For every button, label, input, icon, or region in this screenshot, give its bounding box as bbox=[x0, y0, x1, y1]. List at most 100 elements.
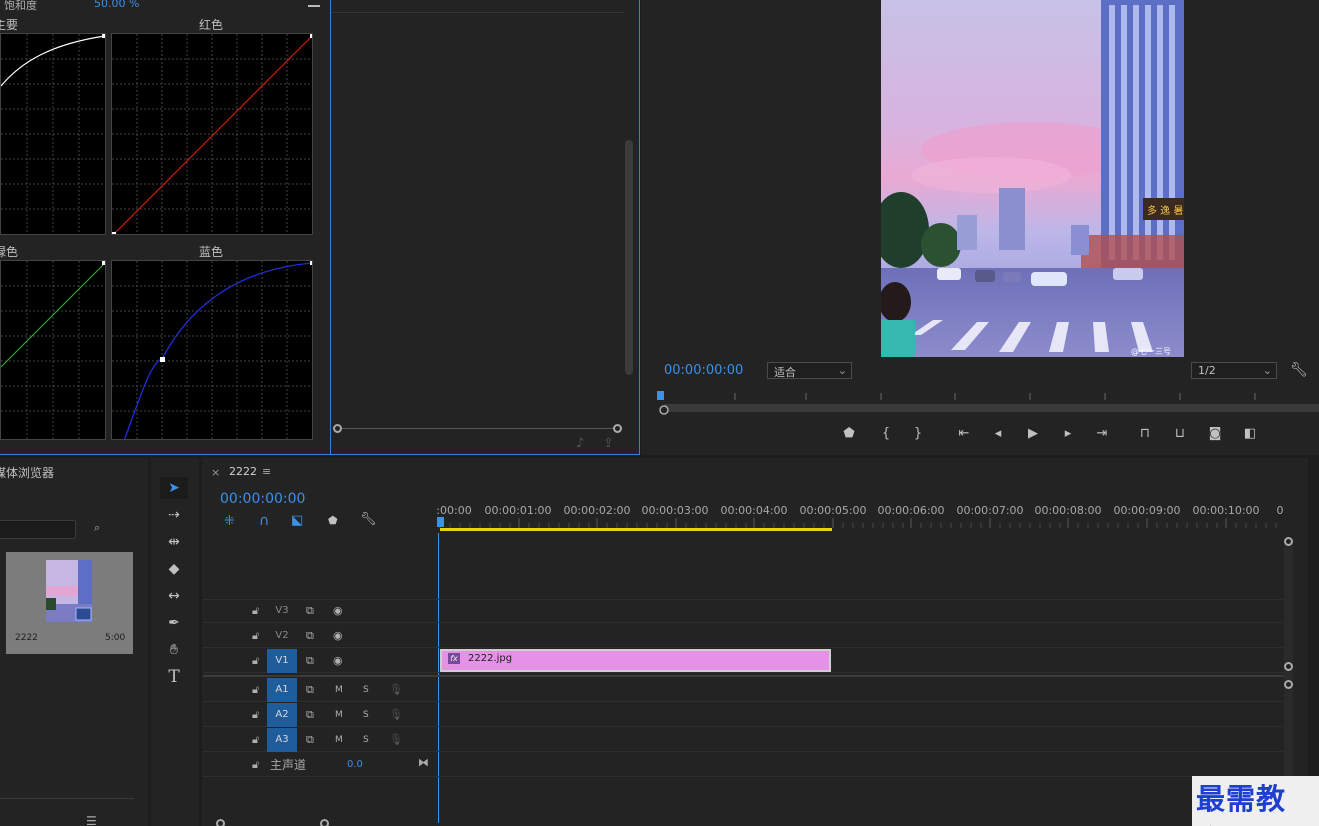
linked-selection-icon[interactable]: ⬕ bbox=[291, 513, 303, 528]
track-label-v2[interactable]: V2 bbox=[267, 624, 297, 648]
scroll-handle-right[interactable] bbox=[613, 424, 622, 433]
lock-icon[interactable]: 🔓︎ bbox=[252, 753, 259, 777]
mute-button[interactable]: M bbox=[335, 678, 343, 702]
saturation-label: 饱和度 bbox=[4, 0, 37, 12]
search-input[interactable] bbox=[0, 520, 76, 539]
lift-icon[interactable]: ⊓ bbox=[1136, 426, 1154, 441]
work-area-bar[interactable] bbox=[440, 528, 832, 531]
lock-icon[interactable]: 🔓︎ bbox=[252, 599, 259, 623]
mark-in-icon[interactable]: { bbox=[877, 426, 895, 441]
compare-icon[interactable]: ◧ bbox=[1241, 426, 1259, 441]
add-marker-icon[interactable]: ⬟ bbox=[840, 426, 858, 441]
mute-button[interactable]: M bbox=[335, 728, 343, 752]
saturation-value[interactable]: 50.00 % bbox=[94, 0, 139, 10]
program-time-ruler[interactable] bbox=[655, 388, 1319, 416]
curve-title-green: 绿色 bbox=[0, 245, 19, 259]
track-label-v3[interactable]: V3 bbox=[267, 599, 297, 623]
nest-toggle-icon[interactable]: ⁜ bbox=[224, 514, 235, 529]
timeline-timecode[interactable]: 00:00:00:00 bbox=[220, 491, 305, 507]
mute-button[interactable]: M bbox=[335, 703, 343, 727]
razor-tool-icon[interactable]: ◆ bbox=[160, 558, 188, 580]
red-curve-graph[interactable] bbox=[111, 33, 313, 235]
master-volume-value[interactable]: 0.0 bbox=[347, 753, 363, 777]
scroll-handle-audio[interactable] bbox=[1284, 680, 1293, 689]
track-select-tool-icon[interactable]: ⇢ bbox=[160, 504, 188, 526]
fx-badge[interactable]: fx bbox=[448, 653, 460, 664]
pen-tool-icon[interactable]: ✒ bbox=[160, 612, 188, 634]
step-forward-icon[interactable]: ▸ bbox=[1059, 426, 1077, 441]
export-icon: ⇪ bbox=[603, 436, 614, 451]
sync-lock-icon[interactable]: ⧉ bbox=[306, 728, 314, 752]
step-back-icon[interactable]: ◂ bbox=[989, 426, 1007, 441]
type-tool-icon[interactable]: T bbox=[160, 666, 188, 688]
sync-lock-icon[interactable]: ⧉ bbox=[306, 703, 314, 727]
playhead-handle[interactable] bbox=[437, 517, 444, 527]
timeline-settings-wrench-icon[interactable]: 🔧︎ bbox=[360, 512, 377, 527]
scroll-handle-top[interactable] bbox=[1284, 537, 1293, 546]
solo-button[interactable]: S bbox=[363, 703, 369, 727]
zoom-value: 适合 bbox=[774, 366, 796, 379]
divider bbox=[331, 12, 624, 13]
mic-icon[interactable]: 🎙︎ bbox=[389, 728, 403, 752]
video-clip[interactable]: fx 2222.jpg bbox=[440, 649, 831, 672]
media-thumbnail-card[interactable]: 2222 5:00 bbox=[6, 552, 133, 654]
lock-icon[interactable]: 🔓︎ bbox=[252, 624, 259, 648]
timeline-ticks bbox=[439, 518, 1277, 528]
program-timecode[interactable]: 00:00:00:00 bbox=[664, 363, 743, 378]
resolution-dropdown[interactable]: 1/2 ⌄ bbox=[1191, 362, 1277, 379]
eye-icon[interactable]: ◉ bbox=[333, 624, 343, 648]
sync-lock-icon[interactable]: ⧉ bbox=[306, 678, 314, 702]
sync-lock-icon[interactable]: ⧉ bbox=[306, 599, 314, 623]
go-to-in-icon[interactable]: ⇤ bbox=[955, 426, 973, 441]
sync-lock-icon[interactable]: ⧉ bbox=[306, 649, 314, 673]
lock-icon[interactable]: 🔓︎ bbox=[252, 703, 259, 727]
ripple-edit-tool-icon[interactable]: ⇹ bbox=[160, 531, 188, 553]
green-curve-graph[interactable] bbox=[0, 260, 106, 440]
mic-icon[interactable]: 🎙︎ bbox=[389, 678, 403, 702]
extract-icon[interactable]: ⊔ bbox=[1171, 426, 1189, 441]
snap-magnet-icon[interactable]: ∩ bbox=[259, 513, 269, 529]
track-target-a1[interactable]: A1 bbox=[267, 678, 297, 702]
eye-icon[interactable]: ◉ bbox=[333, 649, 343, 673]
close-tab-icon[interactable]: × bbox=[211, 466, 220, 479]
preview-watermark: @七一三号 bbox=[1131, 347, 1171, 356]
hand-tool-icon[interactable]: ✋︎ bbox=[160, 639, 188, 661]
track-target-a3[interactable]: A3 bbox=[267, 728, 297, 752]
folder-search-icon[interactable]: ⌕ bbox=[94, 521, 100, 535]
timeline-hscroll-left[interactable] bbox=[216, 819, 225, 826]
lock-icon[interactable]: 🔓︎ bbox=[252, 678, 259, 702]
track-target-a2[interactable]: A2 bbox=[267, 703, 297, 727]
track-target-v1[interactable]: V1 bbox=[267, 649, 297, 673]
sync-lock-icon[interactable]: ⧉ bbox=[306, 624, 314, 648]
horizontal-scrollbar[interactable] bbox=[338, 428, 618, 429]
camera-icon[interactable]: ◙ bbox=[1206, 426, 1224, 441]
go-to-end-icon[interactable]: ⧓ bbox=[418, 751, 429, 775]
timeline-hscroll-right[interactable] bbox=[320, 819, 329, 826]
eye-icon[interactable]: ◉ bbox=[333, 599, 343, 623]
wrench-icon[interactable]: 🔧︎ bbox=[1290, 362, 1308, 378]
vertical-scrollbar[interactable] bbox=[625, 140, 633, 375]
blue-curve-graph[interactable] bbox=[111, 260, 313, 440]
add-marker-icon[interactable]: ⬟ bbox=[328, 514, 338, 527]
solo-button[interactable]: S bbox=[363, 678, 369, 702]
slip-tool-icon[interactable]: ↔ bbox=[160, 585, 188, 607]
master-track-label: 主声道 bbox=[270, 758, 307, 772]
mark-out-icon[interactable]: } bbox=[909, 426, 927, 441]
timeline-tab-title[interactable]: 2222 bbox=[229, 465, 257, 478]
lock-icon[interactable]: 🔓︎ bbox=[252, 728, 259, 752]
tab-menu-icon[interactable]: ≡ bbox=[262, 465, 271, 478]
zoom-dropdown[interactable]: 适合 ⌄ bbox=[767, 362, 852, 379]
curve-title-red: 红色 bbox=[199, 18, 224, 32]
master-curve-graph[interactable] bbox=[0, 33, 106, 235]
scroll-handle-mid[interactable] bbox=[1284, 662, 1293, 671]
selection-tool-icon[interactable]: ➤ bbox=[160, 477, 188, 499]
scroll-handle-left[interactable] bbox=[333, 424, 342, 433]
lock-icon[interactable]: 🔓︎ bbox=[252, 649, 259, 673]
reset-icon[interactable] bbox=[308, 0, 320, 7]
list-view-icon[interactable]: ☰ bbox=[86, 814, 97, 826]
solo-button[interactable]: S bbox=[363, 728, 369, 752]
mic-icon[interactable]: 🎙︎ bbox=[389, 703, 403, 727]
resolution-value: 1/2 bbox=[1198, 364, 1216, 377]
play-icon[interactable]: ▶ bbox=[1024, 426, 1042, 441]
go-to-out-icon[interactable]: ⇥ bbox=[1093, 426, 1111, 441]
